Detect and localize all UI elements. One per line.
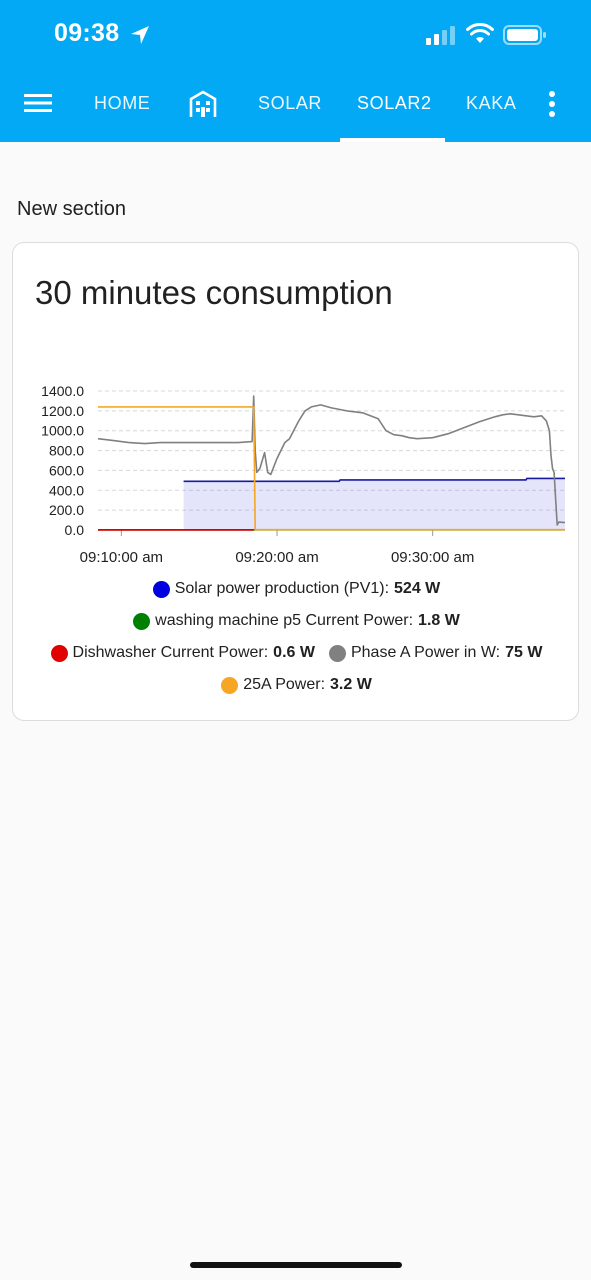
legend-item-solar[interactable]: Solar power production (PV1): 524 W [152,580,441,598]
tab-kaka[interactable]: KAKA [466,84,516,142]
legend-value: 75 W [505,644,543,661]
building-icon[interactable] [189,90,217,118]
y-tick-label: 1400.0 [41,383,84,399]
legend-item-phase-a[interactable]: Phase A Power in W: 75 W [328,644,543,662]
tab-solar2[interactable]: SOLAR2 [357,84,432,142]
legend-dot [152,580,170,598]
app-header: 09:38 HOME SOLAR SOLAR2 KAKA [0,0,591,142]
consumption-chart[interactable]: 1400.0 1200.0 1000.0 800.0 600.0 400.0 200.0 0.… [13,373,580,573]
legend-item-25a[interactable]: 25A Power: 3.2 W [221,676,372,694]
legend-row-2: washing machine p5 Current Power: 1.8 W [13,612,580,630]
home-indicator [190,1262,402,1268]
wifi-icon [466,23,494,43]
legend-dot [133,612,151,630]
tab-home[interactable]: HOME [94,84,150,142]
legend-row-4: 25A Power: 3.2 W [13,676,580,694]
legend-item-dishwasher[interactable]: Dishwasher Current Power: 0.6 W [50,644,315,662]
location-arrow-icon [131,26,149,44]
y-tick-label: 1200.0 [41,403,84,419]
legend-row-3: Dishwasher Current Power: 0.6 W Phase A … [13,644,580,662]
x-tick-label: 09:10:00 am [80,549,163,566]
x-tick-label: 09:20:00 am [235,549,318,566]
legend-label: 25A Power: [243,676,326,693]
y-tick-label: 200.0 [49,502,84,518]
legend-dot [50,644,68,662]
cellular-signal-icon [426,26,455,45]
x-tick-label: 09:30:00 am [391,549,474,566]
card-title: 30 minutes consumption [35,274,393,311]
more-vert-icon[interactable] [545,90,559,118]
legend-value: 524 W [394,580,441,597]
legend-label: Phase A Power in W: [350,644,501,661]
battery-icon [503,25,546,45]
y-tick-label: 1000.0 [41,423,84,439]
legend-value: 0.6 W [273,644,315,661]
status-time: 09:38 [54,19,120,47]
y-tick-label: 600.0 [49,462,84,478]
y-tick-label: 800.0 [49,443,84,459]
series-area [183,478,565,530]
legend-label: washing machine p5 Current Power: [155,612,414,629]
legend-label: Dishwasher Current Power: [72,644,269,661]
y-tick-label: 0.0 [65,522,85,538]
legend-dot [328,644,346,662]
legend-item-washing-machine[interactable]: washing machine p5 Current Power: 1.8 W [133,612,460,630]
legend-label: Solar power production (PV1): [174,580,390,597]
history-graph-card: 30 minutes consumption 1400.0 1200.0 1000.… [12,242,579,721]
legend-row-1: Solar power production (PV1): 524 W [13,580,580,598]
legend-value: 3.2 W [330,676,372,693]
menu-icon[interactable] [24,90,52,116]
section-title: New section [17,198,126,220]
legend-dot [221,676,239,694]
tab-solar[interactable]: SOLAR [258,84,322,142]
active-tab-indicator [340,138,445,142]
y-tick-label: 400.0 [49,482,84,498]
legend-value: 1.8 W [418,612,460,629]
